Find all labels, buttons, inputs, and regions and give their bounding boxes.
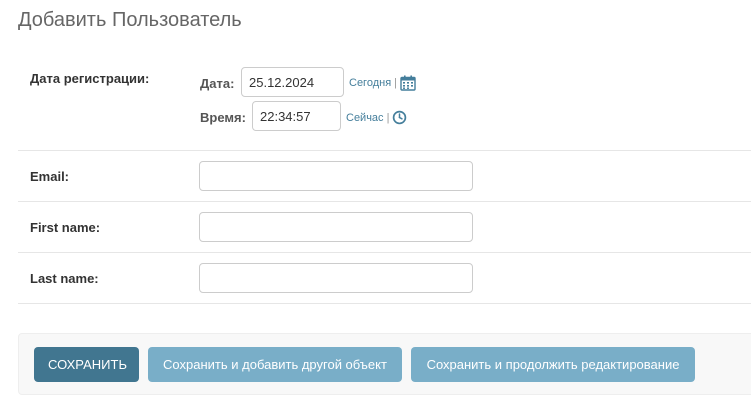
date-label: Дата: <box>200 76 235 91</box>
time-label: Время: <box>200 110 246 125</box>
date-input[interactable] <box>241 67 344 97</box>
email-field[interactable] <box>199 161 473 191</box>
save-button[interactable]: Сохранить <box>34 347 139 382</box>
clock-icon[interactable] <box>392 110 407 125</box>
today-link[interactable]: Сегодня <box>349 76 391 90</box>
date-shortcuts: Сегодня | <box>349 75 416 91</box>
date-joined-label: Дата регистрации: <box>30 71 150 86</box>
time-shortcuts: Сейчас | <box>346 110 407 125</box>
last-name-field[interactable] <box>199 263 473 293</box>
first-name-field[interactable] <box>199 212 473 242</box>
page-title: Добавить Пользователь <box>18 9 242 31</box>
row-divider <box>18 303 751 304</box>
shortcut-separator: | <box>386 111 390 124</box>
save-continue-button[interactable]: Сохранить и продолжить редактирование <box>411 347 695 382</box>
calendar-icon[interactable] <box>400 75 416 91</box>
shortcut-separator: | <box>394 77 398 89</box>
submit-row: Сохранить Сохранить и добавить другой об… <box>18 333 751 395</box>
save-add-another-button[interactable]: Сохранить и добавить другой объект <box>148 347 402 382</box>
time-input[interactable] <box>252 101 341 131</box>
last-name-label: Last name: <box>30 271 99 286</box>
email-label: Email: <box>30 169 70 184</box>
now-link[interactable]: Сейчас <box>346 111 384 125</box>
row-divider <box>18 150 751 151</box>
row-divider <box>18 252 751 253</box>
row-divider <box>18 201 751 202</box>
first-name-label: First name: <box>30 220 101 235</box>
